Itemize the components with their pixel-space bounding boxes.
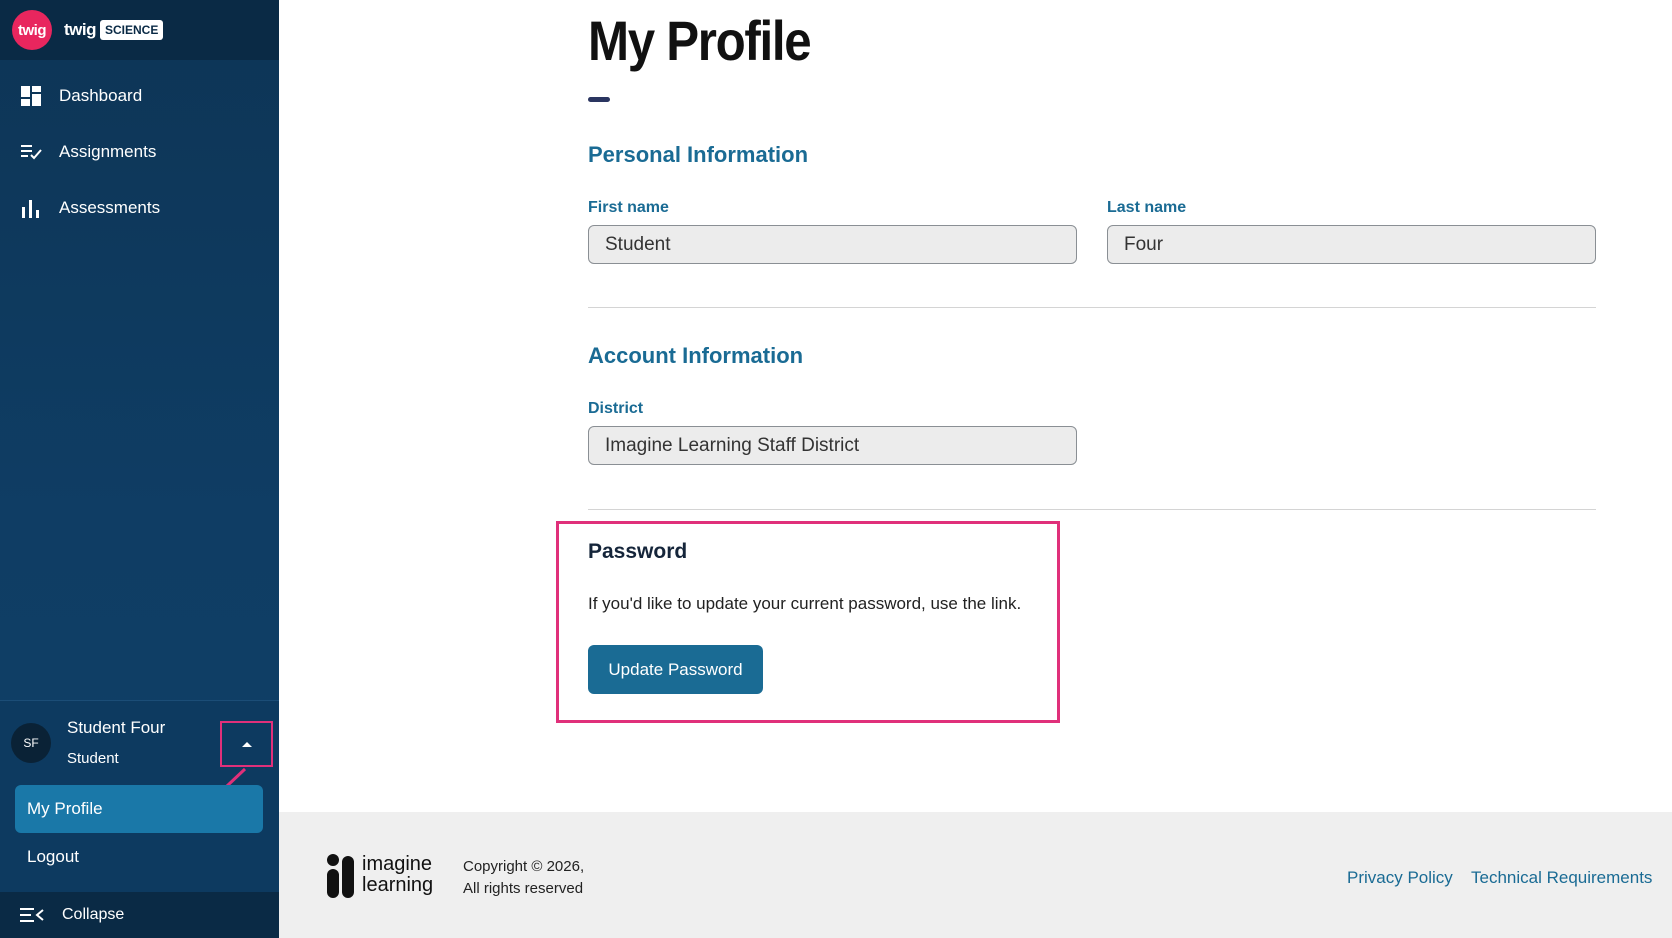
copyright-line-1: Copyright © 2026,: [463, 858, 585, 875]
brand-word: twig: [64, 20, 97, 39]
district-field[interactable]: [588, 426, 1077, 465]
assignments-icon: [21, 145, 42, 160]
collapse-label: Collapse: [62, 906, 125, 923]
technical-requirements-link[interactable]: Technical Requirements: [1471, 868, 1652, 888]
last-name-label: Last name: [1107, 199, 1187, 216]
update-password-button[interactable]: Update Password: [588, 645, 763, 694]
account-information-heading: Account Information: [588, 343, 804, 368]
sidebar-item-label: Dashboard: [59, 86, 143, 105]
user-role: Student: [67, 750, 119, 767]
dashboard-icon: [21, 86, 41, 106]
copyright-text: Copyright © 2026, All rights reserved: [463, 856, 584, 900]
personal-information-heading: Personal Information: [588, 142, 809, 167]
sidebar: twig twig SCIENCE Dashboard Assignments: [0, 0, 279, 938]
user-menu-toggle-button[interactable]: [220, 721, 273, 767]
brand-header: twig twig SCIENCE: [0, 0, 279, 60]
collapse-icon: [20, 908, 44, 922]
section-divider: [588, 307, 1596, 308]
title-accent-bar: [588, 97, 610, 102]
sidebar-item-label: Assignments: [59, 142, 157, 161]
first-name-label: First name: [588, 199, 669, 216]
sidebar-item-dashboard[interactable]: Dashboard: [0, 68, 279, 124]
imagine-learning-wordmark: imagine learning: [362, 854, 433, 896]
password-description: If you'd like to update your current pas…: [588, 594, 1022, 613]
sidebar-item-assessments[interactable]: Assessments: [0, 180, 279, 236]
twig-logo[interactable]: twig: [12, 10, 52, 50]
caret-up-icon: [241, 742, 252, 747]
assessments-icon: [22, 200, 39, 218]
copyright-line-2: All rights reserved: [463, 880, 584, 897]
footer: imagine learning Copyright © 2026, All r…: [279, 812, 1672, 938]
sidebar-item-assignments[interactable]: Assignments: [0, 124, 279, 180]
last-name-field[interactable]: [1107, 225, 1596, 264]
collapse-button[interactable]: Collapse: [0, 892, 279, 938]
menu-item-logout[interactable]: Logout: [15, 833, 263, 881]
logo-line-2: learning: [362, 874, 434, 896]
sidebar-item-label: Assessments: [59, 198, 161, 217]
page-title: My Profile: [588, 9, 812, 72]
imagine-learning-logo: [327, 854, 354, 898]
section-divider: [588, 509, 1596, 510]
menu-item-my-profile[interactable]: My Profile: [15, 785, 263, 833]
user-area: SF Student Four Student My Profile Logou…: [0, 700, 279, 892]
user-row: SF Student Four Student: [0, 701, 279, 805]
avatar: SF: [11, 723, 51, 763]
main-content: My Profile Personal Information First na…: [279, 0, 1672, 812]
logo-line-1: imagine: [362, 853, 433, 875]
brand-science-badge: SCIENCE: [100, 20, 164, 40]
district-label: District: [588, 400, 644, 417]
password-heading: Password: [588, 540, 688, 563]
privacy-policy-link[interactable]: Privacy Policy: [1347, 868, 1453, 888]
first-name-field[interactable]: [588, 225, 1077, 264]
user-name: Student Four: [67, 718, 166, 737]
sidebar-nav: Dashboard Assignments Assessments: [0, 68, 279, 236]
